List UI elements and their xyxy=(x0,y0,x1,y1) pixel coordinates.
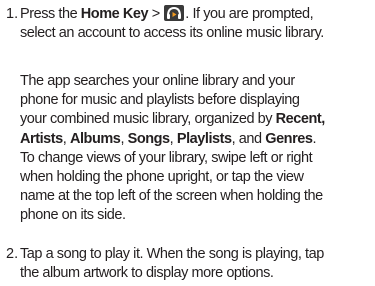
text-run: your combined music library, organized b… xyxy=(20,111,276,128)
step-1-text: Press the Home Key > . If you are prompt… xyxy=(20,5,324,43)
step-2-line-2: the album artwork to display more option… xyxy=(20,265,274,281)
note-line: phone on its side. xyxy=(20,207,126,224)
step-number: 1. xyxy=(6,6,19,22)
view-name-playlists: Playlists xyxy=(176,130,232,147)
note-line: name at the top left of the screen when … xyxy=(20,188,323,205)
text-run: , xyxy=(120,130,128,147)
home-key-label: Home Key xyxy=(80,6,149,22)
text-run: . xyxy=(312,130,317,147)
text-run: , xyxy=(62,130,70,147)
document-page: 1. Press the Home Key > . If you are pro… xyxy=(0,0,375,286)
text-run: , and xyxy=(231,130,266,147)
note-line: phone for music and playlists before dis… xyxy=(20,92,300,109)
step-1-line-1: Press the Home Key > . If you are prompt… xyxy=(20,5,324,24)
view-name-recent: Recent, xyxy=(275,111,326,128)
step-2-line-1: Tap a song to play it. When the song is … xyxy=(20,246,324,262)
view-name-albums: Albums xyxy=(69,130,121,147)
text-run: . If you are prompted, xyxy=(185,6,314,22)
view-name-genres: Genres xyxy=(265,130,313,147)
note-line: when holding the phone upright, or tap t… xyxy=(20,168,304,185)
step-1-line-2: select an account to access its online m… xyxy=(20,25,324,41)
note-paragraph: The app searches your online library and… xyxy=(20,72,325,226)
note-line: The app searches your online library and… xyxy=(20,73,295,89)
play-music-headphones-icon xyxy=(164,5,185,21)
text-run: , xyxy=(169,130,177,147)
step-2-text: Tap a song to play it. When the song is … xyxy=(20,245,324,283)
text-run: Press the xyxy=(20,6,81,22)
step-number: 2. xyxy=(6,246,19,262)
note-line: your combined music library, organized b… xyxy=(20,110,325,129)
note-line: Artists, Albums, Songs, Playlists, and G… xyxy=(20,130,325,149)
view-name-artists: Artists xyxy=(20,130,63,147)
note-line: To change views of your library, swipe l… xyxy=(20,149,313,166)
view-name-songs: Songs xyxy=(127,130,171,147)
text-run: > xyxy=(148,6,164,22)
